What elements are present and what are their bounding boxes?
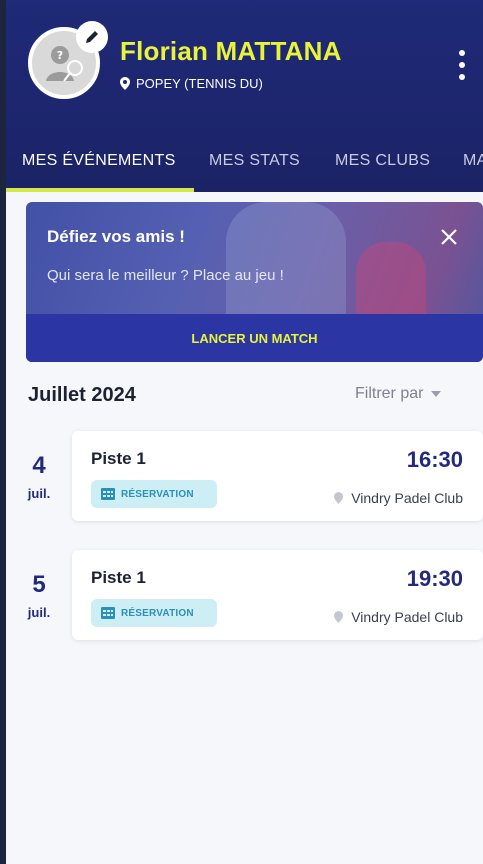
event-month: juil. xyxy=(27,605,51,620)
profile-header: ? Florian MATTANA POPEY (TENNIS DU) MES … xyxy=(6,0,483,192)
event-date: 5 juil. xyxy=(20,571,58,620)
event-club-name: Vindry Padel Club xyxy=(351,490,463,506)
active-tab-indicator xyxy=(6,188,194,192)
event-card[interactable]: Piste 1 19:30 RÉSERVATION Vindry Padel C… xyxy=(72,550,483,640)
profile-location: POPEY (TENNIS DU) xyxy=(120,76,263,91)
tab-mes-clubs[interactable]: MES CLUBS xyxy=(335,152,430,170)
event-day: 5 xyxy=(32,571,46,598)
profile-location-text: POPEY (TENNIS DU) xyxy=(136,76,263,91)
tab-bar: MES ÉVÉNEMENTS MES STATS MES CLUBS MA xyxy=(6,146,483,192)
filter-label: Filtrer par xyxy=(355,385,424,402)
event-month: juil. xyxy=(27,486,51,501)
map-pin-icon xyxy=(120,77,130,90)
event-time: 16:30 xyxy=(406,447,463,472)
event-card[interactable]: Piste 1 16:30 RÉSERVATION Vindry Padel C… xyxy=(72,431,483,521)
calendar-grid-icon xyxy=(101,488,115,500)
challenge-friends-banner: Défiez vos amis ! Qui sera le meilleur ?… xyxy=(26,202,483,362)
event-club-name: Vindry Padel Club xyxy=(351,609,463,625)
map-pin-icon xyxy=(334,611,344,623)
month-heading: Juillet 2024 xyxy=(28,384,136,406)
banner-text: Qui sera le meilleur ? Place au jeu ! xyxy=(47,267,284,284)
tab-mes-stats[interactable]: MES STATS xyxy=(209,152,300,170)
event-club: Vindry Padel Club xyxy=(334,490,463,506)
banner-title: Défiez vos amis ! xyxy=(47,227,185,246)
filter-dropdown[interactable]: Filtrer par xyxy=(355,385,442,403)
map-pin-icon xyxy=(334,492,344,504)
svg-text:?: ? xyxy=(57,49,63,62)
reservation-badge: RÉSERVATION xyxy=(91,599,217,627)
event-club: Vindry Padel Club xyxy=(334,609,463,625)
profile-name: Florian MATTANA xyxy=(120,36,342,66)
reservation-badge-label: RÉSERVATION xyxy=(121,607,194,619)
close-icon[interactable] xyxy=(436,224,462,250)
chevron-down-icon xyxy=(431,391,442,397)
pencil-icon xyxy=(86,31,98,43)
reservation-badge: RÉSERVATION xyxy=(91,480,217,508)
kebab-menu-icon[interactable] xyxy=(454,50,470,80)
event-date: 4 juil. xyxy=(20,452,58,501)
calendar-grid-icon xyxy=(101,607,115,619)
event-time: 19:30 xyxy=(406,566,463,591)
tab-ma[interactable]: MA xyxy=(463,152,483,170)
edit-avatar-button[interactable] xyxy=(76,21,108,53)
banner-photo-player-left xyxy=(226,202,346,314)
event-court: Piste 1 xyxy=(91,568,146,587)
event-court: Piste 1 xyxy=(91,449,146,468)
launch-match-button[interactable]: LANCER UN MATCH xyxy=(26,314,483,362)
banner-photo-player-right xyxy=(356,242,426,314)
reservation-badge-label: RÉSERVATION xyxy=(121,488,194,500)
event-day: 4 xyxy=(32,452,46,479)
tab-mes-evenements[interactable]: MES ÉVÉNEMENTS xyxy=(22,152,176,170)
app-screen: ? Florian MATTANA POPEY (TENNIS DU) MES … xyxy=(6,0,483,864)
